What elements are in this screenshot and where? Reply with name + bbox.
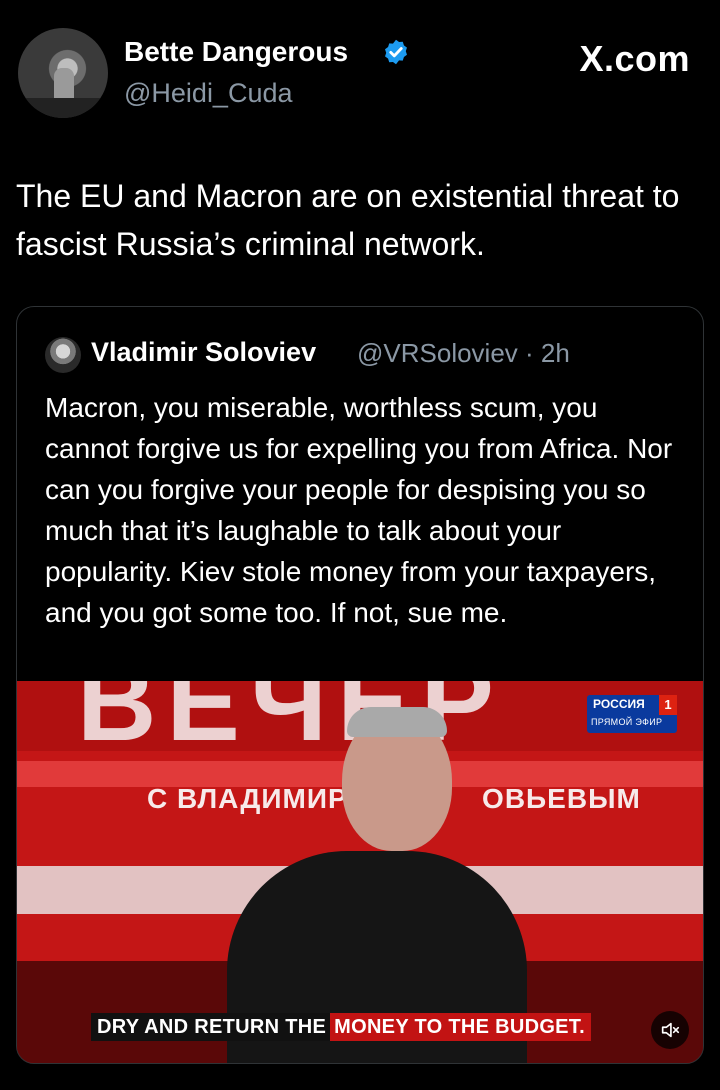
verified-badge-icon [385,39,407,65]
quoted-author-handle-time[interactable]: @VRSoloviev · 2h [357,338,570,369]
quoted-author-name[interactable]: Vladimir Soloviev [91,337,316,368]
author-avatar[interactable] [18,28,108,118]
speaker-muted-icon [661,1022,680,1038]
channel-number: 1 [659,695,677,715]
caption-part-2: MONEY TO THE BUDGET. [330,1013,591,1041]
program-title-start: С ВЛАДИМИРО [147,783,371,814]
tweet-text: The EU and Macron are on existential thr… [16,178,680,262]
program-title-end: ОВЬЕВЫМ [482,783,641,814]
channel-live-label: ПРЯМОЙ ЭФИР [591,717,663,727]
channel-name: РОССИЯ [593,697,645,711]
author-display-name[interactable]: Bette Dangerous [124,36,348,68]
quoted-author-avatar[interactable] [45,337,81,373]
tweet-header: Bette Dangerous @Heidi_Cuda X.com [0,0,720,130]
author-handle[interactable]: @Heidi_Cuda [124,78,293,109]
mute-button[interactable] [651,1011,689,1049]
presenter-hair [347,707,447,737]
quoted-tweet-card[interactable]: Vladimir Soloviev @VRSoloviev · 2h Macro… [16,306,704,1064]
site-logo: X.com [579,38,690,79]
caption-part-1: DRY AND RETURN THE [91,1013,331,1041]
channel-logo: РОССИЯ 1 ПРЯМОЙ ЭФИР [587,695,677,733]
video-player[interactable]: ВЕЧЕР С ВЛАДИМИРО ОВЬЕВЫМ РОССИЯ 1 ПРЯМОЙ… [17,681,703,1063]
video-caption: DRY AND RETURN THE MONEY TO THE BUDGET. [91,1011,591,1043]
quoted-tweet-text: Macron, you miserable, worthless scum, y… [45,392,673,628]
